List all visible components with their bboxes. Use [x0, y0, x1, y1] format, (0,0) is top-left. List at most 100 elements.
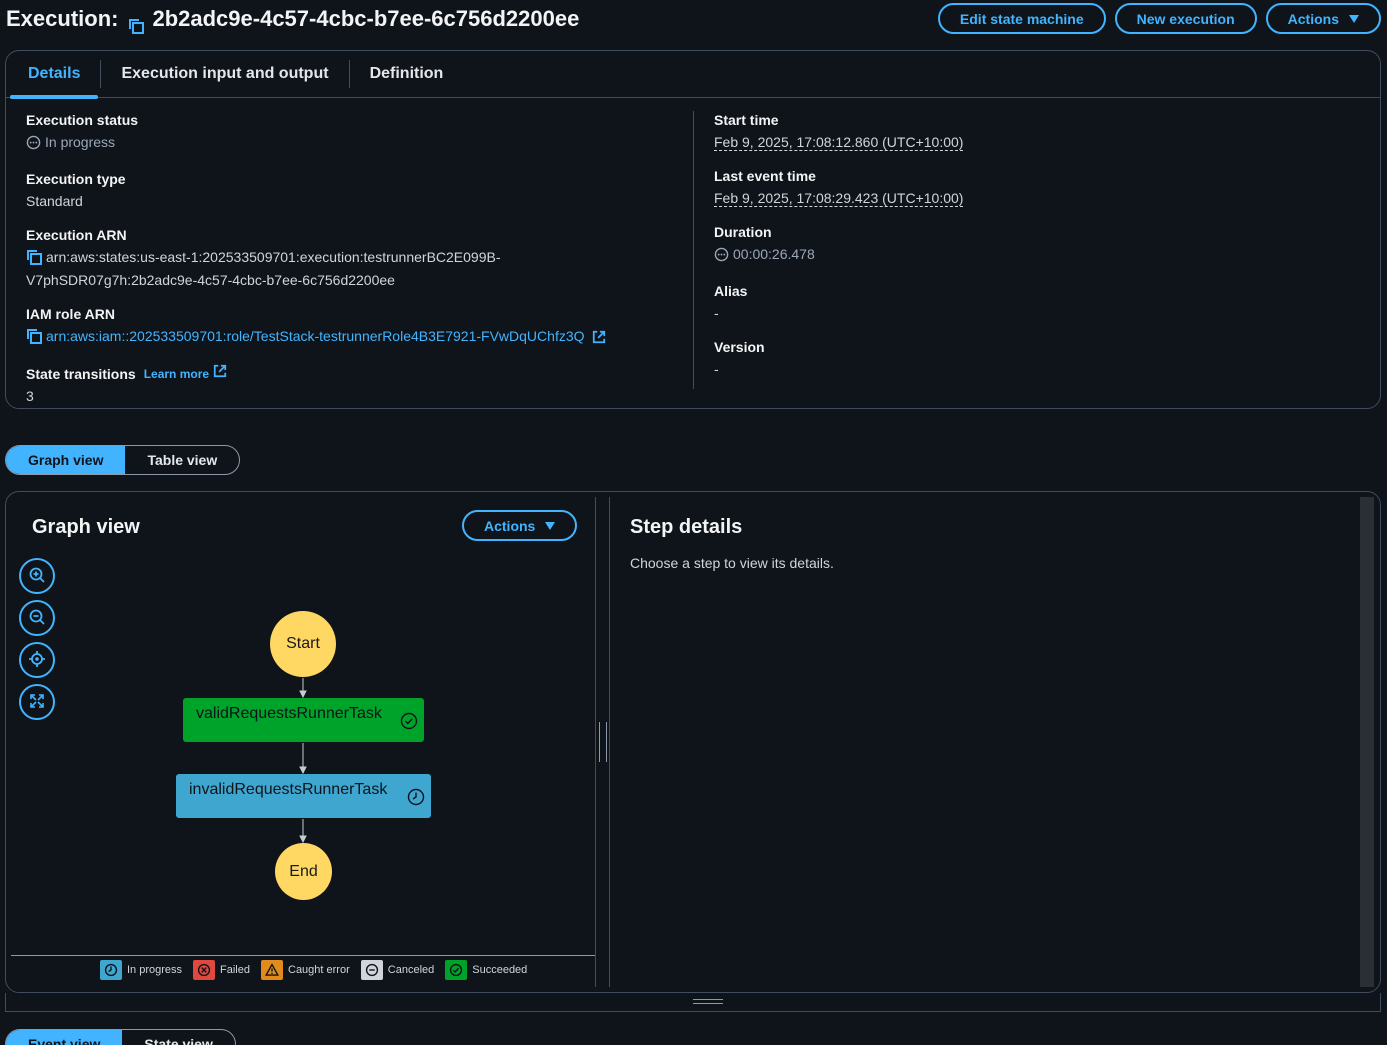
details-panel: Details Execution input and output Defin… [5, 50, 1381, 409]
in-progress-icon [26, 135, 41, 155]
version-value: - [714, 361, 719, 377]
execution-page: Execution: 2b2adc9e-4c57-4cbc-b7ee-6c756… [0, 0, 1387, 1045]
caret-down-icon [1349, 14, 1359, 23]
graph-legend: In progress Failed Caught error Canceled… [100, 960, 527, 980]
execution-arn-label: Execution ARN [26, 227, 127, 243]
legend-failed: Failed [193, 960, 250, 980]
succeeded-icon [400, 712, 418, 735]
iam-role-arn: IAM role ARN arn:aws:iam::202533509701:r… [26, 305, 686, 349]
state-transitions-label: State transitions [26, 365, 136, 382]
table-view-toggle[interactable]: Table view [125, 446, 239, 474]
legend-label: Caught error [288, 964, 350, 976]
legend-in-progress: In progress [100, 960, 182, 980]
page-title: Execution: 2b2adc9e-4c57-4cbc-b7ee-6c756… [6, 6, 580, 34]
copy-icon[interactable] [26, 249, 42, 270]
legend-succeeded: Succeeded [445, 960, 527, 980]
actions-dropdown-button[interactable]: Actions [1265, 3, 1381, 34]
details-left-column: Execution status In progress Execution t… [26, 111, 686, 421]
tab-divider [100, 60, 102, 88]
tab-definition[interactable]: Definition [352, 51, 462, 98]
graph-resize-grip[interactable] [693, 999, 723, 1004]
details-right-column: Start time Feb 9, 2025, 17:08:12.860 (UT… [714, 111, 1354, 394]
tab-details[interactable]: Details [10, 51, 99, 99]
legend-caught-error: Caught error [261, 960, 350, 980]
graph-container: Graph view Actions Start validRequestsRu… [5, 491, 1381, 993]
step-details-description: Choose a step to view its details. [630, 555, 834, 571]
warning-icon [261, 960, 283, 980]
bottom-view-toggle: Event view State view [5, 1029, 236, 1045]
last-event-time-value[interactable]: Feb 9, 2025, 17:08:29.423 (UTC+10:00) [714, 190, 964, 207]
in-progress-clock-icon [407, 788, 425, 811]
version: Version - [714, 338, 1354, 379]
duration-label: Duration [714, 224, 772, 240]
state-view-toggle[interactable]: State view [122, 1030, 234, 1045]
page-header: Execution: 2b2adc9e-4c57-4cbc-b7ee-6c756… [6, 3, 1381, 35]
alias-label: Alias [714, 283, 748, 299]
duration-value: 00:00:26.478 [733, 246, 815, 262]
learn-more-link[interactable]: Learn more [144, 364, 227, 384]
version-label: Version [714, 339, 765, 355]
execution-arn-line1: arn:aws:states:us-east-1:202533509701:ex… [46, 249, 501, 265]
execution-status: Execution status In progress [26, 111, 686, 155]
step-details-title: Step details [630, 516, 743, 538]
legend-divider [11, 955, 596, 956]
node-valid-requests-runner-task[interactable]: validRequestsRunnerTask [183, 698, 424, 742]
header-actions: Edit state machine New execution Actions [937, 3, 1381, 34]
event-view-toggle[interactable]: Event view [6, 1030, 123, 1045]
in-progress-clock-icon [100, 960, 122, 980]
column-divider [693, 111, 694, 389]
learn-more-label: Learn more [143, 366, 210, 381]
new-execution-button[interactable]: New execution [1114, 3, 1257, 34]
iam-role-arn-link[interactable]: arn:aws:iam::202533509701:role/TestStack… [46, 328, 585, 344]
in-progress-icon [714, 247, 729, 267]
failed-icon [193, 960, 216, 980]
execution-type-label: Execution type [26, 171, 126, 187]
edit-state-machine-button[interactable]: Edit state machine [937, 3, 1106, 34]
pane-resize-handle[interactable] [599, 722, 607, 762]
title-label: Execution: [6, 6, 119, 31]
canceled-icon [360, 960, 383, 980]
execution-arn-line2: V7phSDR07g7h:2b2adc9e-4c57-4cbc-b7ee-6c7… [26, 272, 395, 288]
duration: Duration 00:00:26.478 [714, 223, 1354, 267]
view-toggle: Graph view Table view [5, 445, 241, 475]
legend-canceled: Canceled [360, 960, 435, 980]
legend-label: Succeeded [472, 964, 528, 976]
legend-label: Failed [220, 964, 250, 976]
node-end[interactable]: End [275, 843, 332, 900]
node-label: invalidRequestsRunnerTask [189, 781, 388, 798]
node-label: validRequestsRunnerTask [196, 705, 382, 722]
copy-icon[interactable] [26, 328, 42, 349]
last-event-time: Last event time Feb 9, 2025, 17:08:29.42… [714, 167, 1354, 208]
execution-arn: Execution ARN arn:aws:states:us-east-1:2… [26, 226, 686, 290]
execution-id: 2b2adc9e-4c57-4cbc-b7ee-6c756d2200ee [152, 6, 580, 31]
execution-status-label: Execution status [26, 112, 139, 128]
legend-label: Canceled [387, 964, 435, 976]
node-invalid-requests-runner-task[interactable]: invalidRequestsRunnerTask [176, 774, 431, 818]
graph-view-toggle[interactable]: Graph view [6, 446, 126, 474]
state-transitions-value: 3 [26, 388, 34, 404]
iam-role-arn-label: IAM role ARN [26, 306, 115, 322]
copy-icon[interactable] [128, 14, 145, 34]
detail-tabs: Details Execution input and output Defin… [6, 51, 1380, 99]
alias: Alias - [714, 282, 1354, 323]
execution-type-value: Standard [26, 193, 83, 209]
start-time: Start time Feb 9, 2025, 17:08:12.860 (UT… [714, 111, 1354, 152]
pane-divider [595, 497, 596, 987]
start-time-value[interactable]: Feb 9, 2025, 17:08:12.860 (UTC+10:00) [714, 134, 964, 151]
external-link-icon [213, 364, 227, 384]
execution-type: Execution type Standard [26, 170, 686, 211]
tab-divider [348, 60, 350, 88]
last-event-time-label: Last event time [714, 168, 816, 184]
external-link-icon[interactable] [592, 329, 606, 349]
pane-divider [609, 497, 610, 987]
graph-panel: Graph view Actions Start validRequestsRu… [6, 492, 596, 992]
execution-status-value: In progress [45, 134, 116, 150]
succeeded-icon [445, 960, 468, 980]
tab-execution-input-output[interactable]: Execution input and output [103, 51, 346, 98]
legend-label: In progress [127, 964, 183, 976]
start-time-label: Start time [714, 112, 779, 128]
state-transitions: State transitions Learn more 3 [26, 364, 686, 406]
node-start[interactable]: Start [270, 611, 336, 677]
actions-label: Actions [1287, 10, 1339, 27]
step-details-scrollbar[interactable] [1360, 497, 1374, 987]
